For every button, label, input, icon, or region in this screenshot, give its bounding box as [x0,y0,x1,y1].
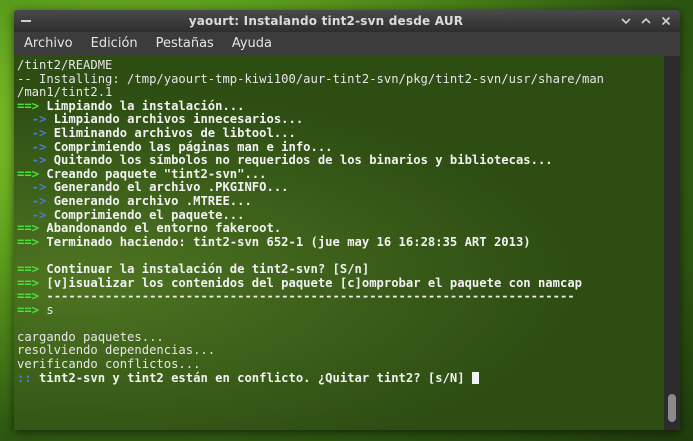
prompt-arrow: ==> [17,166,40,181]
window-title: yaourt: Instalando tint2-svn desde AUR [188,14,464,28]
terminal-line: ==> ------------------------------------… [17,289,664,304]
terminal-line-text: Generando archivo .MTREE... [46,193,252,208]
terminal-line-text: /man1/tint2.1 [17,85,113,100]
terminal-line-text: Eliminando archivos de libtool... [46,125,296,140]
menu-archivo[interactable]: Archivo [14,32,81,56]
prompt-arrow: ==> [17,98,40,113]
prompt-arrow: -> [17,112,47,127]
prompt-arrow: :: [17,370,32,385]
terminal-line-text: Comprimiendo las páginas man e info... [46,139,333,154]
terminal-line: -- Installing: /tmp/yaourt-tmp-kiwi100/a… [17,71,664,87]
terminal-line-text: /tint2/README [17,58,113,72]
terminal-line: ==> Terminado haciendo: tint2-svn 652-1 … [17,234,664,250]
minimize-button[interactable] [618,13,634,29]
terminal-line-text: -- Installing: /tmp/yaourt-tmp-kiwi100/a… [17,71,604,86]
prompt-arrow: -> [17,153,47,168]
window-menu-icon[interactable] [18,13,34,29]
terminal-line: -> Generando archivo .MTREE... [17,193,664,209]
terminal-line-text: Creando paquete "tint2-svn"... [39,166,267,181]
close-icon [661,16,671,26]
terminal-line: :: tint2-svn y tint2 están en conflicto.… [17,370,664,386]
menu-pestanas[interactable]: Pestañas [146,32,222,56]
terminal-line: /tint2/README [17,58,664,73]
terminal-line-text: Terminado haciendo: tint2-svn 652-1 (jue… [39,234,531,249]
terminal-line-text: cargando paquetes... [17,329,164,344]
menu-bar: Archivo Edición Pestañas Ayuda [14,32,680,56]
terminal-line-text: Quitando los símbolos no requeridos de l… [46,153,553,168]
prompt-arrow: ==> [17,289,40,304]
prompt-arrow: ==> [17,221,40,236]
terminal-line-text: resolviendo dependencias... [17,343,216,358]
terminal-line-text: ----------------------------------------… [39,289,575,304]
title-bar[interactable]: yaourt: Instalando tint2-svn desde AUR [14,10,680,32]
terminal-line: cargando paquetes... [17,329,664,345]
prompt-arrow: -> [17,125,47,140]
minimize-icon [621,18,631,25]
prompt-arrow: -> [17,180,47,195]
prompt-arrow: -> [17,139,47,154]
terminal-line-text: Continuar la instalación de tint2-svn? [… [39,261,370,276]
terminal-line: -> Generando el archivo .PKGINFO... [17,181,664,195]
menu-edicion[interactable]: Edición [81,32,146,56]
terminal-line-text: [v]isualizar los contenidos del paquete … [39,275,582,290]
terminal-line: ==> Continuar la instalación de tint2-sv… [17,261,664,277]
terminal-line-text: s [39,302,54,317]
prompt-arrow: ==> [17,275,40,290]
text-cursor [471,371,479,384]
prompt-arrow: -> [17,207,47,222]
terminal-line-text: Generando el archivo .PKGINFO... [46,180,289,195]
terminal-line: resolviendo dependencias... [17,344,664,358]
terminal-line: ==> Abandonando el entorno fakeroot. [17,221,664,236]
prompt-arrow: ==> [17,302,40,317]
prompt-arrow: ==> [17,234,40,249]
terminal-line-text: Limpiando archivos innecesarios... [46,112,304,127]
maximize-button[interactable] [638,13,654,29]
prompt-arrow: -> [17,193,47,208]
terminal-line: verificando conflictos... [17,357,664,372]
terminal-line: -> Limpiando archivos innecesarios... [17,113,664,127]
terminal-line-text: tint2-svn y tint2 están en conflicto. ¿Q… [31,370,472,385]
close-button[interactable] [658,13,674,29]
terminal-line: ==> Limpiando la instalación... [17,98,664,114]
terminal-line-text: verificando conflictos... [17,357,201,372]
scrollbar-thumb[interactable] [668,394,676,422]
terminal-line: ==> Creando paquete "tint2-svn"... [17,166,664,182]
menu-ayuda[interactable]: Ayuda [222,32,280,56]
terminal-line: -> Eliminando archivos de libtool... [17,125,664,141]
terminal-line: ==> s [17,302,664,318]
terminal-line: -> Quitando los símbolos no requeridos d… [17,153,664,168]
terminal-line-text: Comprimiendo el paquete... [46,207,245,222]
maximize-icon [641,17,651,24]
terminal-line-text: Abandonando el entorno fakeroot. [39,221,282,236]
prompt-arrow: ==> [17,261,40,276]
terminal-output[interactable]: /tint2/README -- Installing: /tmp/yaourt-… [14,56,664,430]
terminal-window: yaourt: Instalando tint2-svn desde AUR A… [14,10,680,430]
terminal-line: -> Comprimiendo el paquete... [17,207,664,223]
terminal-line-text: Limpiando la instalación... [39,98,245,113]
terminal-line: /man1/tint2.1 [17,85,664,100]
terminal-line: -> Comprimiendo las páginas man e info..… [17,139,664,155]
terminal-line: ==> [v]isualizar los contenidos del paqu… [17,275,664,291]
vertical-scrollbar[interactable] [664,56,680,430]
